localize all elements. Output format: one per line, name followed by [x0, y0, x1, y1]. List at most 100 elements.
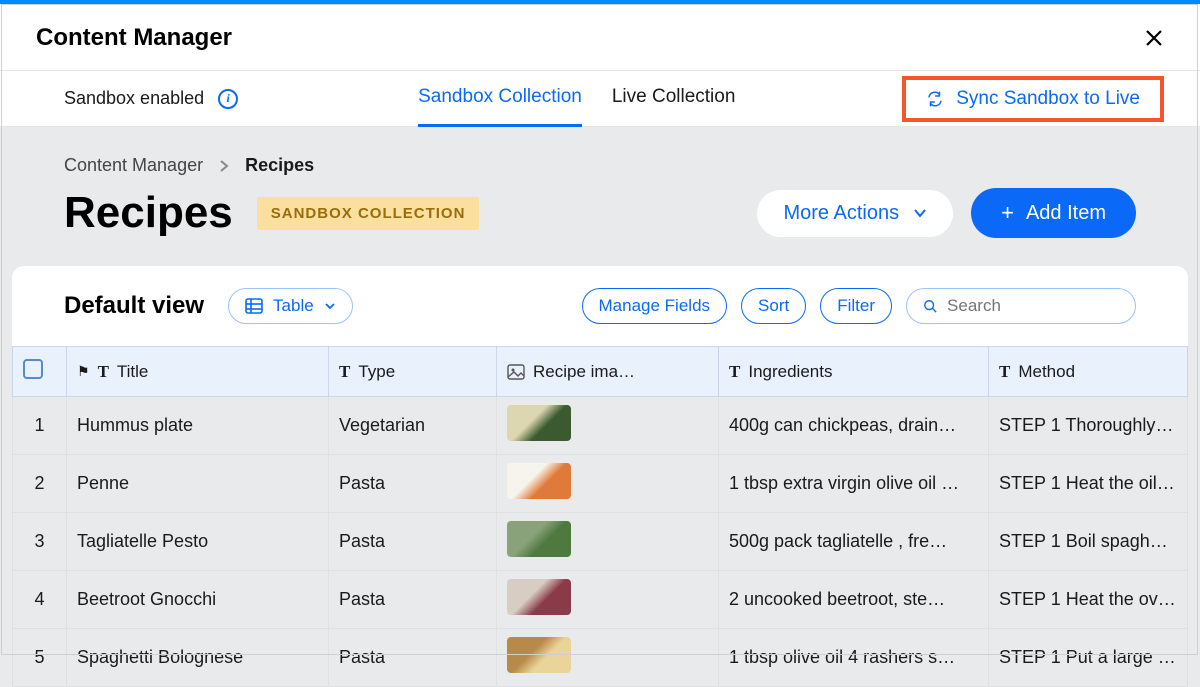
toolbar-actions: Manage Fields Sort Filter — [582, 288, 1136, 324]
image-icon — [507, 364, 525, 380]
text-type-icon: T — [339, 362, 350, 382]
search-icon — [923, 298, 937, 314]
table-row[interactable]: 1Hummus plateVegetarian 400g can chickpea… — [13, 397, 1188, 455]
collection-tabs: Sandbox Collection Live Collection — [418, 70, 735, 127]
cell-type: Pasta — [329, 513, 497, 571]
data-table-wrap: ⚑ T Title T Type Recipe ima… T Ingredients T… — [12, 346, 1188, 687]
recipe-thumbnail — [507, 637, 571, 673]
cell-title: Tagliatelle Pesto — [67, 513, 329, 571]
text-type-icon: T — [999, 362, 1010, 382]
cell-ingredients: 2 uncooked beetroot, ste… — [719, 571, 989, 629]
col-method-label: Method — [1018, 362, 1075, 382]
col-checkbox — [13, 347, 67, 397]
cell-ingredients: 500g pack tagliatelle , fre… — [719, 513, 989, 571]
view-toolbar: Default view Table Manage Fields Sort Fi… — [12, 266, 1188, 346]
cell-method: STEP 1 Heat the oil in a f — [989, 455, 1188, 513]
page-title: Recipes — [64, 188, 233, 238]
row-number: 4 — [13, 571, 67, 629]
cell-title: Beetroot Gnocchi — [67, 571, 329, 629]
col-title-label: Title — [117, 362, 149, 382]
breadcrumb: Content Manager Recipes — [0, 155, 1200, 184]
col-ingredients[interactable]: T Ingredients — [719, 347, 989, 397]
manage-fields-button[interactable]: Manage Fields — [582, 288, 728, 324]
chevron-down-icon — [913, 208, 927, 218]
recipe-thumbnail — [507, 521, 571, 557]
title-row: Recipes SANDBOX COLLECTION More Actions … — [0, 184, 1200, 266]
info-icon[interactable]: i — [218, 89, 238, 109]
more-actions-button[interactable]: More Actions — [757, 190, 953, 237]
sync-icon — [926, 90, 944, 108]
cell-type: Pasta — [329, 629, 497, 687]
chevron-right-icon — [219, 159, 229, 173]
sort-button[interactable]: Sort — [741, 288, 806, 324]
col-image-label: Recipe ima… — [533, 362, 635, 382]
tab-live-collection[interactable]: Live Collection — [612, 70, 736, 127]
sandbox-status: Sandbox enabled i — [64, 88, 238, 109]
cell-method: STEP 1 Boil spaghetti in a — [989, 513, 1188, 571]
cell-ingredients: 1 tbsp olive oil 4 rashers s… — [719, 629, 989, 687]
tab-sandbox-collection[interactable]: Sandbox Collection — [418, 70, 582, 127]
cell-method: STEP 1 Heat the oven to — [989, 571, 1188, 629]
search-input[interactable] — [947, 296, 1119, 316]
page-body: Content Manager Recipes Recipes SANDBOX … — [0, 127, 1200, 687]
cell-image — [497, 397, 719, 455]
view-name: Default view — [64, 292, 204, 320]
table-row[interactable]: 4Beetroot GnocchiPasta 2 uncooked beetroo… — [13, 571, 1188, 629]
header: Content Manager — [0, 4, 1200, 71]
table-icon — [245, 298, 263, 314]
sync-sandbox-button[interactable]: Sync Sandbox to Live — [926, 88, 1140, 110]
cell-title: Penne — [67, 455, 329, 513]
col-type[interactable]: T Type — [329, 347, 497, 397]
close-icon[interactable] — [1144, 28, 1164, 48]
row-number: 5 — [13, 629, 67, 687]
plus-icon: + — [1001, 200, 1014, 226]
cell-method: STEP 1 Thoroughly rinse — [989, 397, 1188, 455]
cell-title: Spaghetti Bolognese — [67, 629, 329, 687]
view-type-label: Table — [273, 296, 314, 316]
search-input-wrap[interactable] — [906, 288, 1136, 324]
add-item-button[interactable]: + Add Item — [971, 188, 1136, 238]
row-number: 1 — [13, 397, 67, 455]
table-row[interactable]: 2PennePasta 1 tbsp extra virgin olive oil… — [13, 455, 1188, 513]
row-number: 2 — [13, 455, 67, 513]
cell-image — [497, 629, 719, 687]
table-row[interactable]: 5Spaghetti BolognesePasta 1 tbsp olive oi… — [13, 629, 1188, 687]
select-all-checkbox[interactable] — [23, 359, 43, 379]
recipe-thumbnail — [507, 405, 571, 441]
cell-ingredients: 1 tbsp extra virgin olive oil … — [719, 455, 989, 513]
breadcrumb-root[interactable]: Content Manager — [64, 155, 203, 176]
view-type-selector[interactable]: Table — [228, 288, 353, 324]
recipe-thumbnail — [507, 579, 571, 615]
recipe-thumbnail — [507, 463, 571, 499]
col-title[interactable]: ⚑ T Title — [67, 347, 329, 397]
filter-button[interactable]: Filter — [820, 288, 892, 324]
cell-method: STEP 1 Put a large sauce — [989, 629, 1188, 687]
text-type-icon: T — [729, 362, 740, 382]
text-type-icon: T — [98, 362, 109, 382]
cell-ingredients: 400g can chickpeas, drain… — [719, 397, 989, 455]
tabs-row: Sandbox enabled i Sandbox Collection Liv… — [0, 71, 1200, 127]
chevron-down-icon — [324, 302, 336, 310]
add-item-label: Add Item — [1026, 202, 1106, 225]
cell-type: Pasta — [329, 455, 497, 513]
breadcrumb-current: Recipes — [245, 155, 314, 176]
cell-title: Hummus plate — [67, 397, 329, 455]
row-number: 3 — [13, 513, 67, 571]
col-ingredients-label: Ingredients — [748, 362, 832, 382]
table-row[interactable]: 3Tagliatelle PestoPasta 500g pack tagliat… — [13, 513, 1188, 571]
col-method[interactable]: T Method — [989, 347, 1188, 397]
sandbox-status-label: Sandbox enabled — [64, 88, 204, 109]
data-table: ⚑ T Title T Type Recipe ima… T Ingredients T… — [12, 346, 1188, 687]
sync-highlight-box: Sync Sandbox to Live — [902, 76, 1164, 122]
more-actions-label: More Actions — [783, 202, 899, 225]
cell-image — [497, 455, 719, 513]
cell-type: Vegetarian — [329, 397, 497, 455]
cell-image — [497, 571, 719, 629]
cell-type: Pasta — [329, 571, 497, 629]
sync-label: Sync Sandbox to Live — [956, 88, 1140, 110]
flag-icon: ⚑ — [77, 363, 90, 380]
sandbox-badge: SANDBOX COLLECTION — [257, 197, 480, 230]
col-type-label: Type — [358, 362, 395, 382]
cell-image — [497, 513, 719, 571]
col-image[interactable]: Recipe ima… — [497, 347, 719, 397]
